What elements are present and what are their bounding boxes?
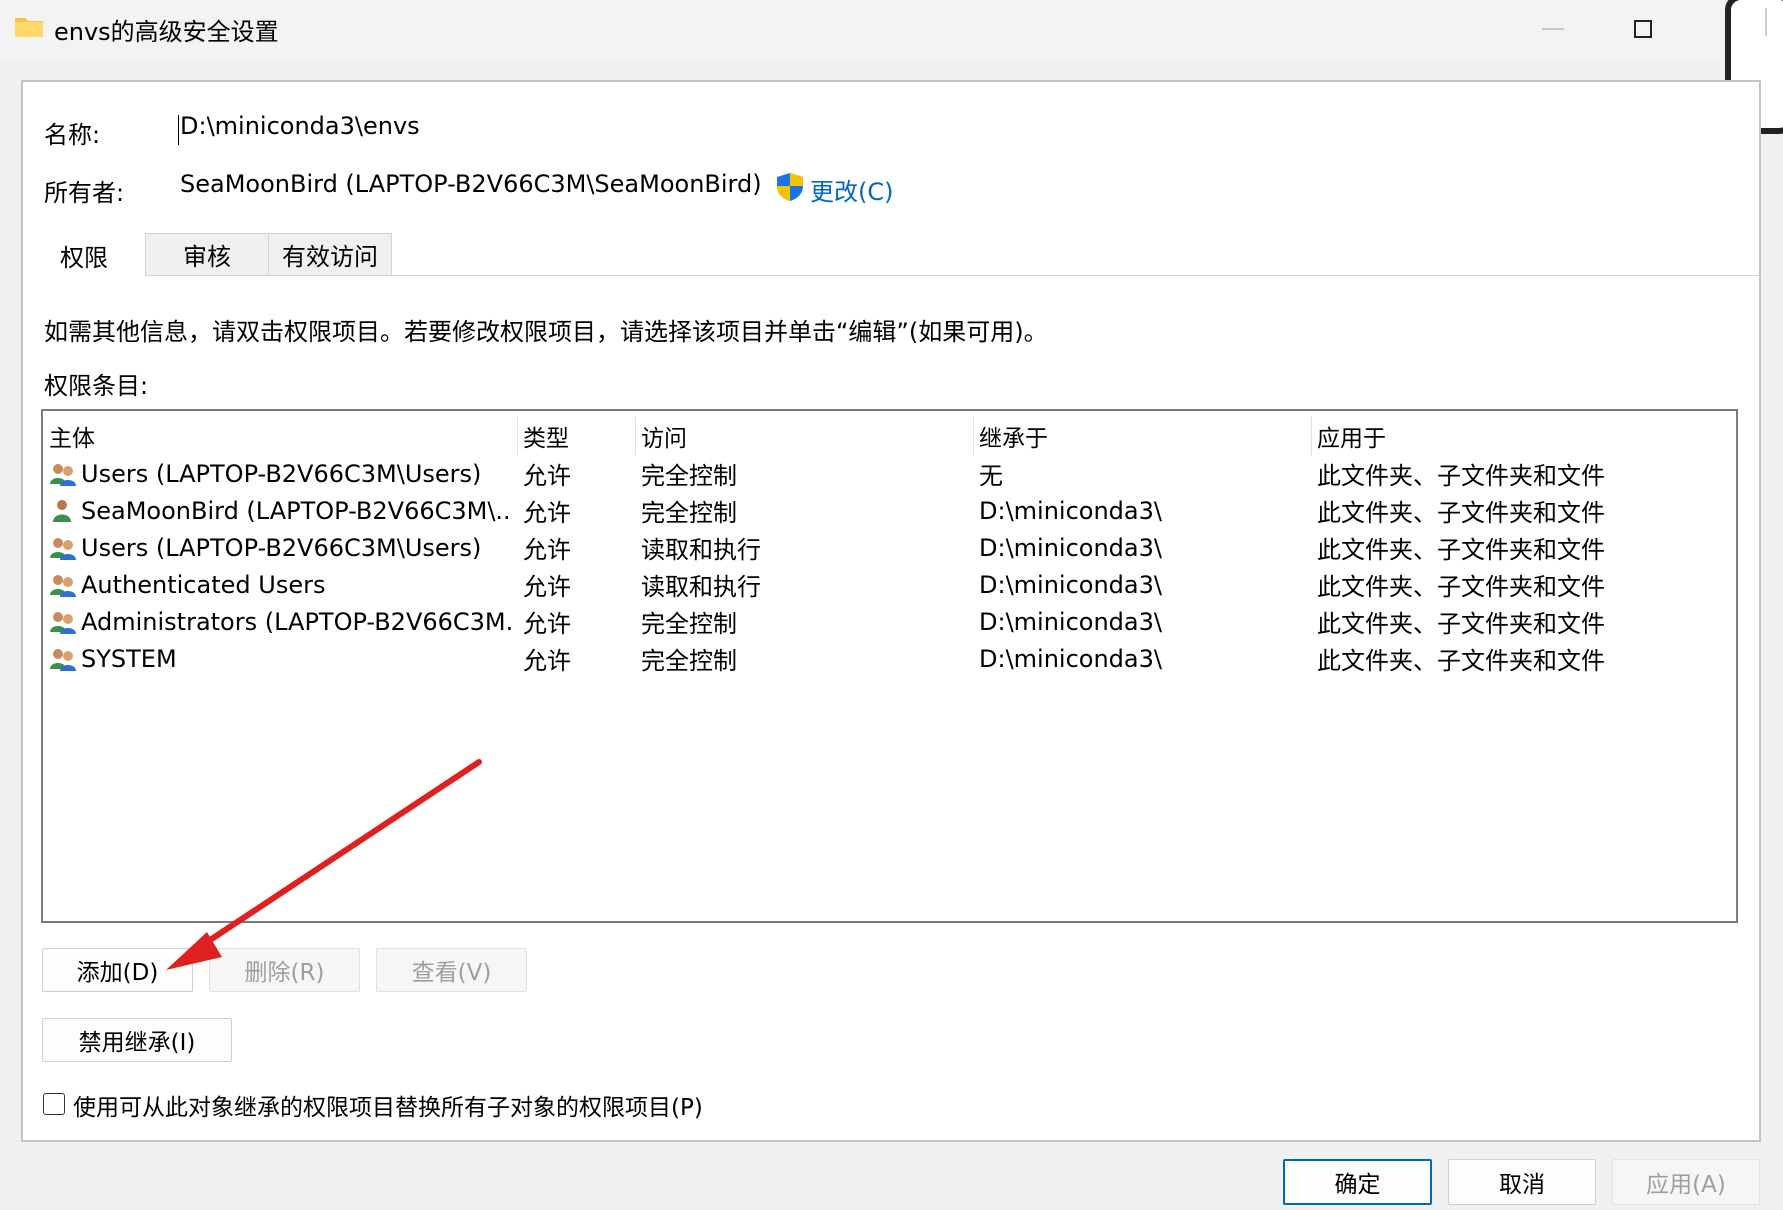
cell-applies: 此文件夹、子文件夹和文件	[1317, 573, 1605, 601]
group-users-icon	[48, 573, 78, 597]
cell-type: 允许	[523, 462, 571, 490]
cancel-button[interactable]: 取消	[1448, 1159, 1596, 1205]
window-title: envs的高级安全设置	[54, 18, 279, 46]
tab-effective-access[interactable]: 有效访问	[268, 233, 392, 275]
group-users-icon	[48, 462, 78, 486]
cell-applies: 此文件夹、子文件夹和文件	[1317, 462, 1605, 490]
tab-divider	[145, 275, 1761, 276]
name-label: 名称:	[44, 121, 101, 149]
column-header-applies-to[interactable]: 应用于	[1311, 419, 1731, 453]
add-button[interactable]: 添加(D)	[42, 948, 193, 992]
table-row[interactable]: Users (LAPTOP-B2V66C3M\Users) 允许 读取和执行 D:\m…	[43, 529, 1736, 566]
cell-principal: Authenticated Users	[81, 570, 326, 599]
cell-access: 读取和执行	[641, 573, 761, 601]
table-row[interactable]: SeaMoonBird (LAPTOP-B2V66C3M\... 允许 完全控制 D:…	[43, 492, 1736, 529]
table-row[interactable]: Authenticated Users 允许 读取和执行 D:\miniconda3\…	[43, 566, 1736, 603]
cell-applies: 此文件夹、子文件夹和文件	[1317, 499, 1605, 527]
group-users-icon	[48, 610, 78, 634]
cell-type: 允许	[523, 499, 571, 527]
cell-principal: Users (LAPTOP-B2V66C3M\Users)	[81, 533, 482, 562]
cell-access: 完全控制	[641, 610, 737, 638]
cell-inherited: D:\miniconda3\	[979, 570, 1162, 599]
table-row[interactable]: Users (LAPTOP-B2V66C3M\Users) 允许 完全控制 无 此文件夹…	[43, 455, 1736, 492]
single-user-icon	[48, 499, 78, 523]
folder-icon	[15, 18, 43, 37]
cell-principal: Users (LAPTOP-B2V66C3M\Users)	[81, 459, 482, 488]
column-header-type[interactable]: 类型	[517, 419, 635, 453]
table-row[interactable]: SYSTEM 允许 完全控制 D:\miniconda3\ 此文件夹、子文件夹和文件	[43, 640, 1736, 677]
cell-inherited: D:\miniconda3\	[979, 533, 1162, 562]
minimize-button[interactable]	[1518, 0, 1588, 58]
permission-entries-list[interactable]: 主体 类型 访问 继承于 应用于 Users (LAPTOP-B2V66C3M\…	[41, 409, 1738, 923]
cell-applies: 此文件夹、子文件夹和文件	[1317, 610, 1605, 638]
maximize-icon	[1634, 20, 1652, 38]
cell-type: 允许	[523, 647, 571, 675]
ok-button[interactable]: 确定	[1283, 1159, 1432, 1205]
tab-permissions[interactable]: 权限	[23, 233, 145, 277]
column-header-inherited-from[interactable]: 继承于	[973, 419, 1311, 453]
group-users-icon	[48, 647, 78, 671]
cell-access: 完全控制	[641, 647, 737, 675]
group-users-icon	[48, 536, 78, 560]
cell-access: 完全控制	[641, 499, 737, 527]
uac-shield-icon	[777, 173, 803, 201]
change-owner-link[interactable]: 更改(C)	[810, 172, 893, 207]
owner-value: SeaMoonBird (LAPTOP-B2V66C3M\SeaMoonBird…	[180, 170, 762, 198]
name-value[interactable]: D:\miniconda3\envs	[180, 112, 420, 140]
cell-inherited: D:\miniconda3\	[979, 496, 1162, 525]
cell-inherited: D:\miniconda3\	[979, 644, 1162, 673]
title-bar: envs的高级安全设置	[0, 0, 1720, 58]
disable-inheritance-button[interactable]: 禁用继承(I)	[42, 1018, 232, 1062]
cell-inherited: D:\miniconda3\	[979, 607, 1162, 636]
replace-child-permissions-checkbox[interactable]	[43, 1093, 65, 1115]
cell-principal: SeaMoonBird (LAPTOP-B2V66C3M\...	[81, 496, 513, 525]
cell-access: 完全控制	[641, 462, 737, 490]
column-header-principal[interactable]: 主体	[43, 419, 517, 453]
cell-type: 允许	[523, 573, 571, 601]
cell-applies: 此文件夹、子文件夹和文件	[1317, 536, 1605, 564]
view-button[interactable]: 查看(V)	[376, 948, 527, 992]
permission-entries-label: 权限条目:	[44, 372, 149, 400]
cell-principal: Administrators (LAPTOP-B2V66C3M...	[81, 607, 513, 636]
cell-type: 允许	[523, 536, 571, 564]
replace-child-permissions-label: 使用可从此对象继承的权限项目替换所有子对象的权限项目(P)	[73, 1095, 703, 1121]
owner-label: 所有者:	[44, 179, 125, 207]
maximize-button[interactable]	[1608, 0, 1678, 58]
instructions-text: 如需其他信息，请双击权限项目。若要修改权限项目，请选择该项目并单击“编辑”(如果…	[44, 318, 1048, 346]
cell-applies: 此文件夹、子文件夹和文件	[1317, 647, 1605, 675]
table-row[interactable]: Administrators (LAPTOP-B2V66C3M... 允许 完全控制…	[43, 603, 1736, 640]
cell-type: 允许	[523, 610, 571, 638]
minimize-icon	[1542, 28, 1564, 30]
cell-inherited: 无	[979, 462, 1003, 490]
text-caret	[178, 115, 179, 145]
apply-button[interactable]: 应用(A)	[1612, 1159, 1760, 1205]
cell-access: 读取和执行	[641, 536, 761, 564]
tab-auditing[interactable]: 审核	[145, 233, 269, 275]
column-header-access[interactable]: 访问	[635, 419, 973, 453]
remove-button[interactable]: 删除(R)	[209, 948, 360, 992]
cell-principal: SYSTEM	[81, 644, 177, 673]
